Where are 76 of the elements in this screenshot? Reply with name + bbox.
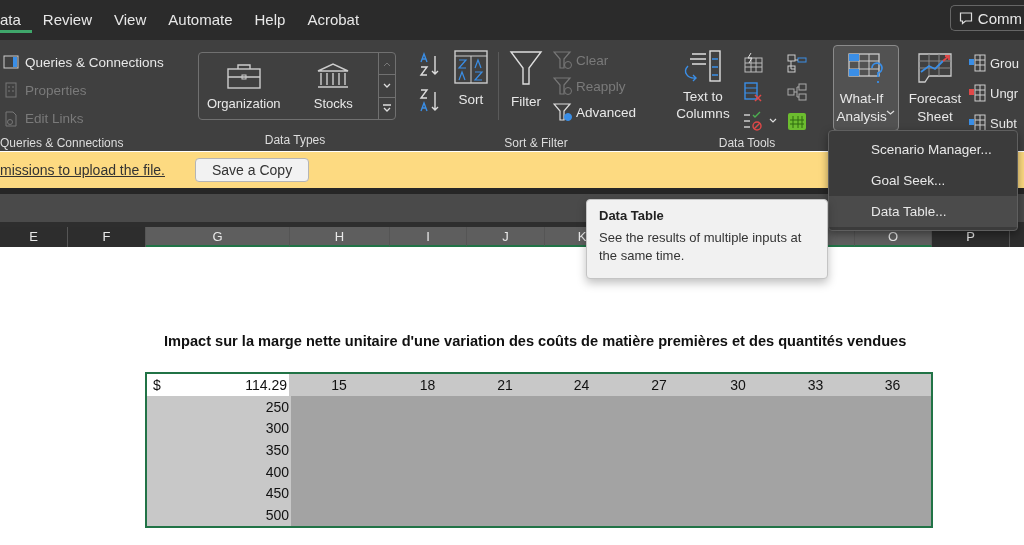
caret-icon [886, 109, 895, 116]
data-type-button[interactable]: Stocks [288, 53, 378, 119]
grid-icon [968, 54, 986, 72]
permissions-link[interactable]: missions to upload the file. [0, 162, 165, 178]
table-cell: 400 [147, 460, 291, 483]
menu-item[interactable]: Data Table... [829, 196, 1017, 227]
ribbon-item[interactable]: Queries & Connections [3, 54, 180, 71]
currency-symbol: $ [153, 376, 161, 393]
remove-duplicates-icon[interactable] [742, 80, 764, 103]
table-question-icon [848, 52, 884, 84]
funnel-icon [553, 76, 573, 96]
menu-tab[interactable]: Review [31, 7, 104, 33]
document-icon [3, 110, 19, 127]
panel-icon [3, 54, 19, 71]
flash-fill-icon[interactable] [742, 51, 764, 74]
menu-tab[interactable]: Automate [157, 7, 244, 33]
text-to-columns-icon [682, 50, 724, 84]
bank-icon [316, 61, 351, 90]
tooltip-title: Data Table [599, 208, 665, 223]
forecast-sheet-button[interactable]: Forecast Sheet [905, 45, 965, 135]
caret-icon[interactable] [768, 116, 778, 125]
filter-option[interactable]: Advanced [553, 102, 637, 122]
menu-tab[interactable]: Acrobat [296, 7, 371, 33]
sort-icon [454, 50, 488, 84]
data-type-button[interactable]: Organization [199, 53, 289, 119]
sort-button[interactable]: Sort [450, 48, 492, 109]
table-cell: 15 [289, 374, 389, 396]
comment-icon [958, 11, 973, 25]
forecast-chart-icon [917, 52, 953, 84]
properties-icon [3, 82, 19, 99]
group-label: Queries & Connections [0, 135, 125, 151]
table-cell: 450 [147, 482, 291, 505]
grid-icon [968, 114, 986, 132]
table-cell: 36 [854, 374, 931, 396]
cell-value: 114.29 [245, 376, 287, 393]
expand-icon [382, 103, 392, 114]
what-if-analysis-button[interactable]: What-If Analysis [833, 45, 899, 131]
filter-button[interactable]: Filter [505, 48, 547, 111]
funnel-icon [553, 102, 573, 122]
text-to-columns-button[interactable]: Text to Columns [672, 48, 734, 135]
table-cell: 300 [147, 417, 291, 440]
outline-item[interactable]: Grou [968, 54, 1024, 72]
group-label: Data Tools [717, 135, 777, 151]
table-cell: 30 [699, 374, 777, 396]
funnel-icon [509, 50, 543, 86]
column-header[interactable]: G [146, 227, 290, 247]
connector-icon[interactable] [786, 51, 808, 74]
menu-item[interactable]: Scenario Manager... [829, 134, 1017, 165]
table-cell: 24 [544, 374, 619, 396]
table-title: Impact sur la marge nette unitaire d'une variation des coûts de matière premières et des quantités vendues [164, 333, 907, 349]
funnel-icon [553, 50, 573, 70]
column-header[interactable]: I [390, 227, 467, 247]
menu-tab[interactable]: Help [243, 7, 297, 33]
table-cell: 27 [619, 374, 699, 396]
grid-icon [968, 84, 986, 102]
comments-button[interactable]: Comm [949, 5, 1024, 31]
table-cell: 500 [147, 504, 291, 526]
menu-item[interactable]: Goal Seek... [829, 165, 1017, 196]
group-label: Sort & Filter [503, 135, 569, 151]
menu-tab[interactable]: View [103, 7, 158, 33]
table-cell: 350 [147, 439, 291, 461]
column-header[interactable]: J [467, 227, 545, 247]
table-cell: 33 [777, 374, 854, 396]
outline-item[interactable]: Ungr [968, 84, 1024, 102]
group-label: Data Types [263, 132, 327, 148]
table-cell: 18 [389, 374, 466, 396]
hierarchy-icon[interactable] [786, 80, 808, 103]
column-header[interactable]: H [290, 227, 390, 247]
save-copy-button[interactable]: Save a Copy [195, 158, 310, 182]
menu-tab[interactable]: ata [0, 7, 32, 33]
data-validation-icon[interactable] [742, 109, 764, 132]
table-cell: 21 [466, 374, 544, 396]
table-cell: 250 [147, 395, 291, 418]
outline-item[interactable]: Subt [968, 114, 1024, 132]
briefcase-icon [225, 61, 262, 90]
chevron-down-icon [382, 82, 392, 90]
